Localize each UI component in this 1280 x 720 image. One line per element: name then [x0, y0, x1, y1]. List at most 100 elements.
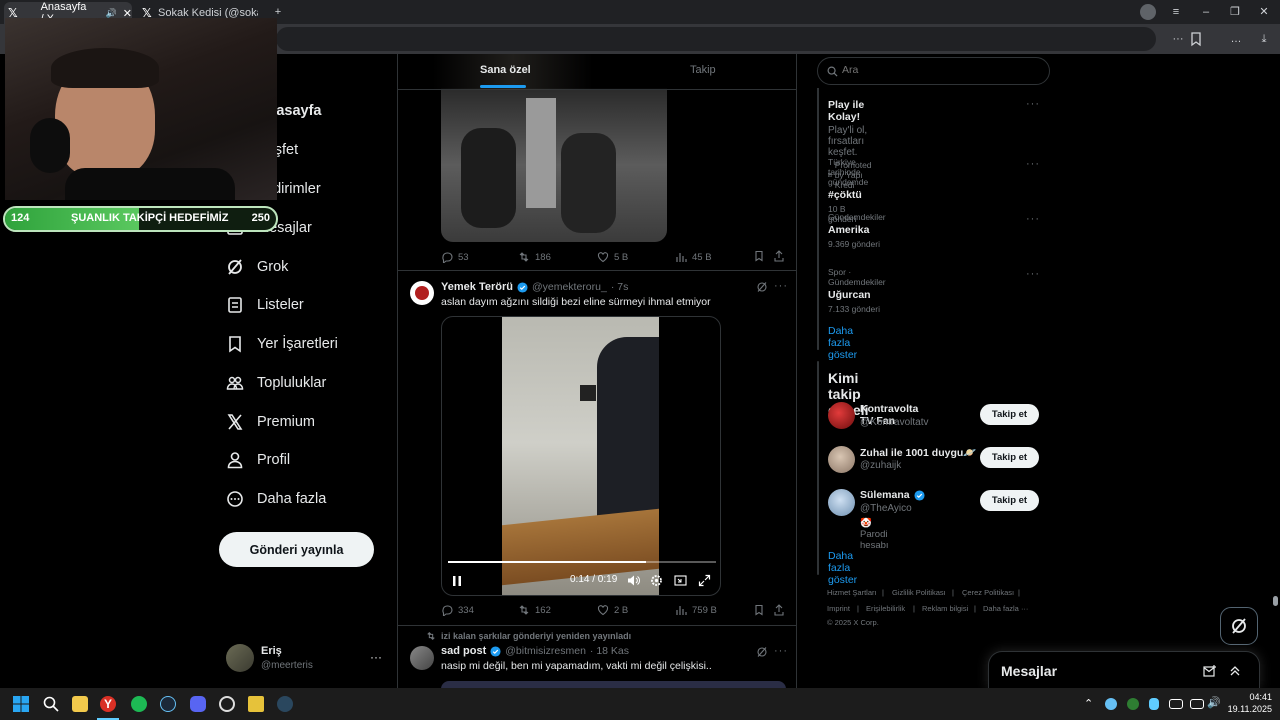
messages-drawer[interactable]: Mesajlar — [988, 651, 1260, 688]
search-input[interactable] — [842, 64, 1032, 76]
tweet-time[interactable]: · 18 Kas — [590, 645, 629, 657]
avatar[interactable] — [410, 646, 434, 670]
avatar[interactable] — [828, 489, 855, 516]
tray-app-icon[interactable] — [1127, 698, 1139, 710]
trend-item[interactable]: Spor · Gündemdekiler Uğurcan 7.133 gönde… — [828, 267, 886, 314]
fullscreen-icon[interactable] — [698, 574, 711, 587]
bookmark-icon[interactable] — [753, 604, 765, 616]
tweet-author-handle[interactable]: @bitmisizresmen — [505, 645, 586, 657]
suggestion-handle[interactable]: @TheAyico — [860, 503, 912, 514]
more-icon[interactable]: … — [1228, 31, 1244, 47]
keyboard-icon[interactable] — [1169, 699, 1183, 709]
trend-more-icon[interactable]: ··· — [1026, 98, 1040, 110]
post-button[interactable]: Gönderi yayınla — [219, 532, 374, 567]
nav-item-profile[interactable]: Profil — [226, 448, 290, 472]
share-icon[interactable] — [773, 604, 785, 616]
follow-button[interactable]: Takip et — [980, 404, 1039, 425]
nav-item-bookmarks[interactable]: Yer İşaretleri — [226, 332, 338, 356]
profile-icon[interactable] — [1140, 4, 1156, 20]
avatar[interactable] — [410, 281, 434, 305]
expand-up-icon[interactable] — [1228, 664, 1242, 678]
avatar[interactable] — [828, 446, 855, 473]
tweet-author-handle[interactable]: @yemekteroru_ — [532, 281, 607, 293]
bookmark-icon[interactable] — [753, 250, 765, 262]
search-icon[interactable] — [43, 696, 59, 712]
repost-action[interactable]: 162 — [518, 604, 551, 616]
follow-button[interactable]: Takip et — [980, 447, 1039, 468]
account-more-icon[interactable]: ··· — [370, 650, 382, 664]
avatar[interactable] — [226, 644, 254, 672]
more-icon[interactable]: ··· — [1170, 31, 1186, 47]
file-explorer-icon[interactable] — [72, 696, 88, 712]
trend-item[interactable]: Gündemdekiler Amerika 9.369 gönderi — [828, 212, 886, 249]
steam-icon[interactable] — [277, 696, 293, 712]
views-action[interactable]: 759 B — [675, 604, 717, 616]
footer-link[interactable]: Erişilebilirlik — [866, 604, 905, 613]
window-close-icon[interactable]: ✕ — [1256, 4, 1272, 20]
display-icon[interactable] — [1190, 699, 1204, 709]
yandex-browser-icon[interactable]: Y — [100, 696, 116, 712]
tweet-image[interactable] — [441, 88, 667, 242]
volume-icon[interactable] — [627, 574, 640, 587]
steam-icon[interactable] — [160, 696, 176, 712]
video-progress-track[interactable] — [448, 561, 716, 563]
notes-app-icon[interactable] — [248, 696, 264, 712]
minimize-icon[interactable]: – — [1198, 4, 1214, 20]
show-more-link[interactable]: Daha fazla göster — [828, 325, 857, 361]
nav-item-premium[interactable]: Premium — [226, 410, 315, 434]
footer-link[interactable]: Imprint — [827, 604, 850, 613]
suggestion-handle[interactable]: @zuhaijk — [860, 460, 901, 471]
footer-link[interactable]: Daha fazla ··· — [983, 604, 1028, 613]
suggestion-handle[interactable]: @Kontravoltatv — [860, 417, 929, 428]
nav-item-more[interactable]: Daha fazla — [226, 487, 326, 511]
repost-note[interactable]: izi kalan şarkılar gönderiyi yeniden yay… — [441, 631, 631, 641]
nav-item-lists[interactable]: Listeler — [226, 293, 304, 317]
start-menu-icon[interactable] — [13, 696, 29, 712]
footer-link[interactable]: Çerez Politikası — [962, 588, 1014, 597]
page-scrollbar[interactable] — [1273, 56, 1278, 688]
follow-button[interactable]: Takip et — [980, 490, 1039, 511]
footer-link[interactable]: Gizlilik Politikası — [892, 588, 946, 597]
clock-time[interactable]: 04:41 — [1228, 692, 1272, 702]
repost-action[interactable]: 186 — [518, 251, 551, 263]
avatar[interactable] — [828, 402, 855, 429]
tweet-time[interactable]: · 7s — [611, 281, 629, 293]
trend-more-icon[interactable]: ··· — [1026, 268, 1040, 280]
tweet-more-icon[interactable]: ··· — [774, 280, 788, 292]
reply-action[interactable]: 334 — [441, 604, 474, 616]
nav-item-communities[interactable]: Topluluklar — [226, 371, 326, 395]
suggestion-name[interactable]: Sülemana — [860, 489, 910, 501]
nav-item-grok[interactable]: Grok — [226, 255, 288, 279]
download-icon[interactable]: ⤓ — [1256, 31, 1272, 47]
spotify-icon[interactable] — [131, 696, 147, 712]
footer-link[interactable]: Reklam bilgisi — [922, 604, 968, 613]
trend-more-icon[interactable]: ··· — [1026, 213, 1040, 225]
menu-icon[interactable]: ≡ — [1168, 4, 1184, 20]
views-action[interactable]: 45 B — [675, 251, 712, 263]
discord-icon[interactable] — [190, 696, 206, 712]
like-action[interactable]: 5 B — [597, 251, 628, 263]
picture-in-picture-icon[interactable] — [674, 574, 687, 587]
tweet-author-name[interactable]: Yemek Terörü — [441, 281, 513, 293]
maximize-icon[interactable]: ❐ — [1227, 4, 1243, 20]
reply-action[interactable]: 53 — [441, 251, 469, 263]
obs-icon[interactable] — [219, 696, 235, 712]
scrollbar-thumb[interactable] — [1273, 596, 1278, 606]
tweet-media-preview[interactable] — [441, 681, 786, 688]
tweet-author-name[interactable]: sad post — [441, 645, 486, 657]
settings-gear-icon[interactable] — [650, 574, 663, 587]
tray-steam-icon[interactable] — [1105, 698, 1117, 710]
new-message-icon[interactable] — [1203, 664, 1217, 678]
tray-chevron-icon[interactable]: ⌃ — [1084, 697, 1093, 710]
microphone-icon[interactable] — [1149, 698, 1159, 710]
speaker-icon[interactable]: 🔊 — [106, 8, 117, 19]
grok-icon[interactable] — [756, 281, 768, 293]
suggestion-name[interactable]: Zuhal ile 1001 duygu🪐 — [860, 446, 976, 459]
tab-for-you[interactable]: Sana özel — [480, 64, 531, 76]
video-player[interactable]: 0:14 / 0:19 — [441, 316, 721, 596]
tab-following[interactable]: Takip — [690, 64, 716, 76]
url-field[interactable] — [276, 27, 1156, 51]
grok-float-button[interactable] — [1220, 607, 1258, 645]
search-box[interactable] — [817, 57, 1050, 85]
show-more-link[interactable]: Daha fazla göster — [828, 550, 857, 586]
